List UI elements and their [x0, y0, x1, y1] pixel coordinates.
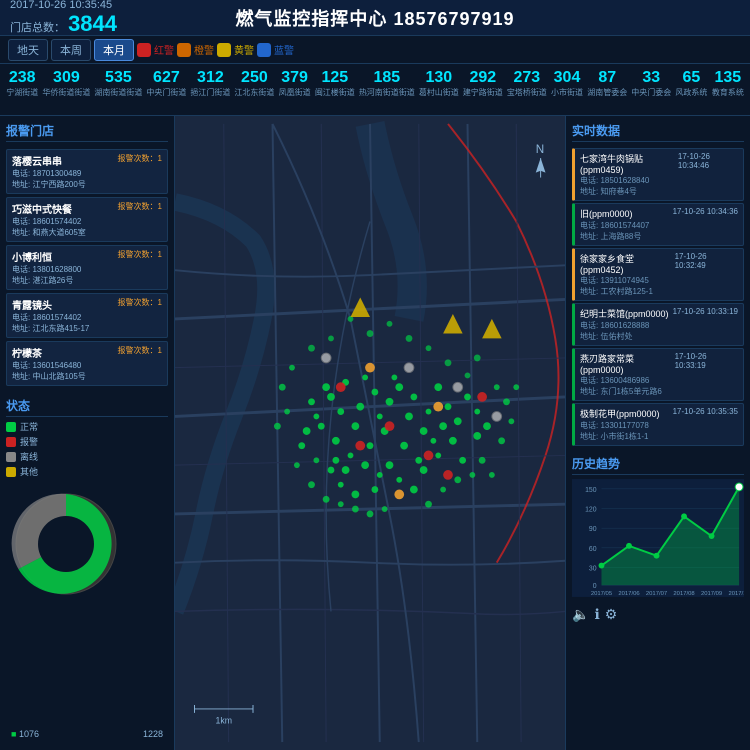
legend-normal: 正常	[6, 420, 168, 433]
svg-text:2017/08: 2017/08	[673, 591, 695, 597]
svg-text:150: 150	[585, 487, 597, 494]
stat-item-14: 33中央门委会	[629, 68, 673, 99]
legend-offline: 离线	[6, 450, 168, 463]
alerts-list: 落樱云串串 报警次数：1 电话: 18701300489 地址: 江宁西路200…	[6, 149, 168, 389]
svg-text:90: 90	[589, 526, 597, 533]
legend-dot-offline	[6, 452, 16, 462]
alert-item-0[interactable]: 落樱云串串 报警次数：1 电话: 18701300489 地址: 江宁西路200…	[6, 149, 168, 194]
status-orange	[177, 43, 191, 57]
alert-item-1[interactable]: 巧滋中式快餐 报警次数：1 电话: 18601574402 地址: 和燕大道60…	[6, 197, 168, 242]
stat-item-5: 250江北东街道	[232, 68, 276, 99]
door-count: 3844	[68, 11, 117, 36]
realtime-item-0[interactable]: 七家湾牛肉锅贴(ppm0459) 17-10-26 10:34:46 电话: 1…	[572, 148, 744, 201]
status-blue	[257, 43, 271, 57]
svg-text:2017/06: 2017/06	[618, 591, 640, 597]
alert-item-2[interactable]: 小博利恒 报警次数：1 电话: 13801628800 地址: 湛江路26号	[6, 245, 168, 290]
stats-bar: 238宁湖街道309华侨街道街道535湖南街道街道627中央门街道312挹江门街…	[0, 64, 750, 116]
status-red	[137, 43, 151, 57]
legend-alarm: 报警	[6, 435, 168, 448]
stat-item-11: 273宝塔桥街道	[505, 68, 549, 99]
svg-text:120: 120	[585, 506, 597, 513]
realtime-title: 实时数据	[572, 122, 744, 142]
map-area[interactable]: 1km N	[175, 116, 565, 750]
left-panel: 报警门店 落樱云串串 报警次数：1 电话: 18701300489 地址: 江宁…	[0, 116, 175, 750]
stat-item-15: 65风政系统	[673, 68, 709, 99]
alert-item-4[interactable]: 柠檬茶 报警次数：1 电话: 13601546480 地址: 中山北路105号	[6, 341, 168, 386]
svg-text:30: 30	[589, 565, 597, 572]
legend-dot-alarm	[6, 437, 16, 447]
stat-item-16: 135教育系统	[710, 68, 746, 99]
svg-text:1km: 1km	[215, 716, 232, 726]
realtime-item-1[interactable]: 旧(ppm0000) 17-10-26 10:34:36 电话: 1860157…	[572, 203, 744, 246]
svg-text:N: N	[536, 143, 544, 156]
info-icon[interactable]: ℹ	[594, 606, 599, 623]
nav-buttons: 地天 本周 本月 红警 橙警 黄警 蓝警	[8, 39, 294, 61]
pie-label-normal: ■ 1076	[11, 729, 39, 739]
stat-item-4: 312挹江门街道	[188, 68, 232, 99]
svg-text:2017/07: 2017/07	[646, 591, 667, 597]
page-title: 燃气监控指挥中心 18576797919	[140, 5, 610, 31]
stat-item-7: 125闽江楼街道	[313, 68, 357, 99]
legend-section: 状态 正常 报警 离线 其他	[6, 397, 168, 480]
stat-item-10: 292建宁路街道	[461, 68, 505, 99]
svg-text:2017/10: 2017/10	[728, 591, 744, 597]
main-content: 报警门店 落樱云串串 报警次数：1 电话: 18701300489 地址: 江宁…	[0, 116, 750, 750]
stat-item-8: 185热河南街道街道	[357, 68, 417, 99]
stat-item-12: 304小市街道	[549, 68, 585, 99]
svg-text:60: 60	[589, 546, 597, 553]
legend-title: 状态	[6, 397, 168, 417]
nav-btn-1[interactable]: 本周	[51, 39, 91, 61]
speaker-icon[interactable]: 🔈	[572, 606, 589, 623]
realtime-item-3[interactable]: 纪明士菜馆(ppm0000) 17-10-26 10:33:19 电话: 186…	[572, 303, 744, 346]
realtime-item-4[interactable]: 燕刃路家常菜(ppm0000) 17-10-26 10:33:19 电话: 13…	[572, 348, 744, 401]
stat-item-9: 130葛村山街道	[417, 68, 461, 99]
trend-title: 历史趋势	[572, 455, 744, 475]
realtime-item-2[interactable]: 徐家家乡食堂(ppm0452) 17-10-26 10:32:49 电话: 13…	[572, 248, 744, 301]
svg-text:2017/09: 2017/09	[701, 591, 722, 597]
svg-text:0: 0	[593, 583, 597, 590]
stat-item-1: 309华侨街道街道	[40, 68, 92, 99]
alert-item-3[interactable]: 青露镜头 报警次数：1 电话: 18601574402 地址: 江北东路415-…	[6, 293, 168, 338]
header-datetime: 2017-10-26 10:35:45 门店总数： 3844	[10, 0, 140, 37]
stat-item-6: 379凤凰街道	[276, 68, 312, 99]
settings-icon[interactable]: ⚙	[605, 606, 618, 623]
pie-label-total: 1228	[143, 729, 163, 739]
nav-btn-0[interactable]: 地天	[8, 39, 48, 61]
legend-dot-other	[6, 467, 16, 477]
legend-dot-normal	[6, 422, 16, 432]
legend-other: 其他	[6, 465, 168, 478]
label-yellow: 黄警	[234, 42, 254, 57]
stat-item-0: 238宁湖街道	[4, 68, 40, 99]
chart-controls: 🔈 ℹ ⚙	[572, 606, 744, 623]
label-red: 红警	[154, 42, 174, 57]
navbar: 地天 本周 本月 红警 橙警 黄警 蓝警	[0, 36, 750, 64]
trend-section: 历史趋势 150 120 90 60 30 0	[572, 455, 744, 744]
nav-btn-2[interactable]: 本月	[94, 39, 134, 61]
label-orange: 橙警	[194, 42, 214, 57]
stats-row: 238宁湖街道309华侨街道街道535湖南街道街道627中央门街道312挹江门街…	[4, 68, 746, 99]
label-blue: 蓝警	[274, 42, 294, 57]
alerts-title: 报警门店	[6, 122, 168, 142]
pie-section: ■ 1076 1228	[6, 484, 168, 744]
right-panel: 实时数据 七家湾牛肉锅贴(ppm0459) 17-10-26 10:34:46 …	[565, 116, 750, 750]
map-svg: 1km N	[175, 116, 565, 750]
trend-chart: 150 120 90 60 30 0 2017/05 2017/06	[572, 478, 744, 598]
pie-chart	[6, 484, 126, 604]
status-yellow	[217, 43, 231, 57]
realtime-item-5[interactable]: 极制花甲(ppm0000) 17-10-26 10:35:35 电话: 1330…	[572, 403, 744, 446]
svg-text:2017/05: 2017/05	[591, 591, 613, 597]
header: 2017-10-26 10:35:45 门店总数： 3844 燃气监控指挥中心 …	[0, 0, 750, 36]
realtime-list: 七家湾牛肉锅贴(ppm0459) 17-10-26 10:34:46 电话: 1…	[572, 148, 744, 448]
stat-item-13: 87湖南管委会	[585, 68, 629, 99]
stat-item-3: 627中央门街道	[144, 68, 188, 99]
stat-item-2: 535湖南街道街道	[92, 68, 144, 99]
